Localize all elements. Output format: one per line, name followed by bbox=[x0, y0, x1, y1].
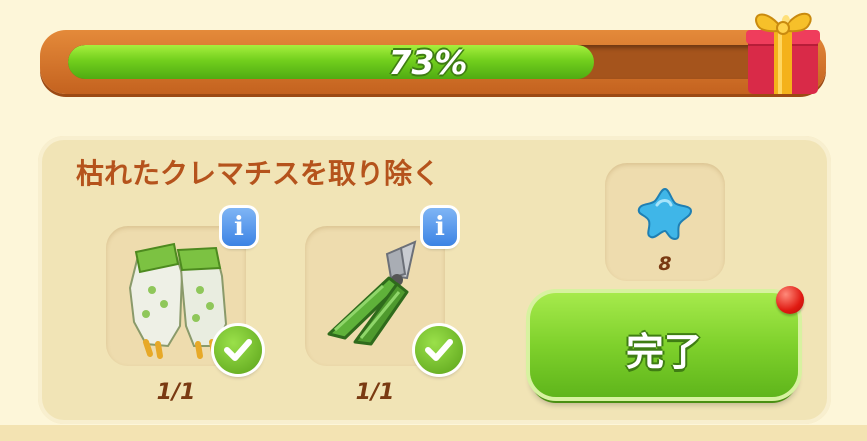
complete-button-label: 完了 bbox=[625, 330, 702, 374]
info-button[interactable]: i bbox=[423, 208, 457, 246]
complete-button[interactable]: 完了 bbox=[530, 293, 798, 397]
reward-amount: 8 bbox=[658, 253, 672, 275]
gift-box-icon[interactable] bbox=[740, 0, 824, 98]
info-button[interactable]: i bbox=[222, 208, 256, 246]
progress-bar: 73% bbox=[40, 30, 826, 94]
task-title: 枯れたクレマチスを取り除く bbox=[76, 157, 441, 190]
checkmark-icon bbox=[214, 326, 262, 374]
item-count: 1/1 bbox=[156, 380, 196, 405]
blue-star-icon bbox=[637, 187, 693, 241]
progress-label: 73% bbox=[388, 43, 468, 82]
bottom-band bbox=[0, 425, 867, 441]
checkmark-icon bbox=[415, 326, 463, 374]
item-count: 1/1 bbox=[355, 380, 395, 405]
notification-dot bbox=[776, 286, 804, 314]
